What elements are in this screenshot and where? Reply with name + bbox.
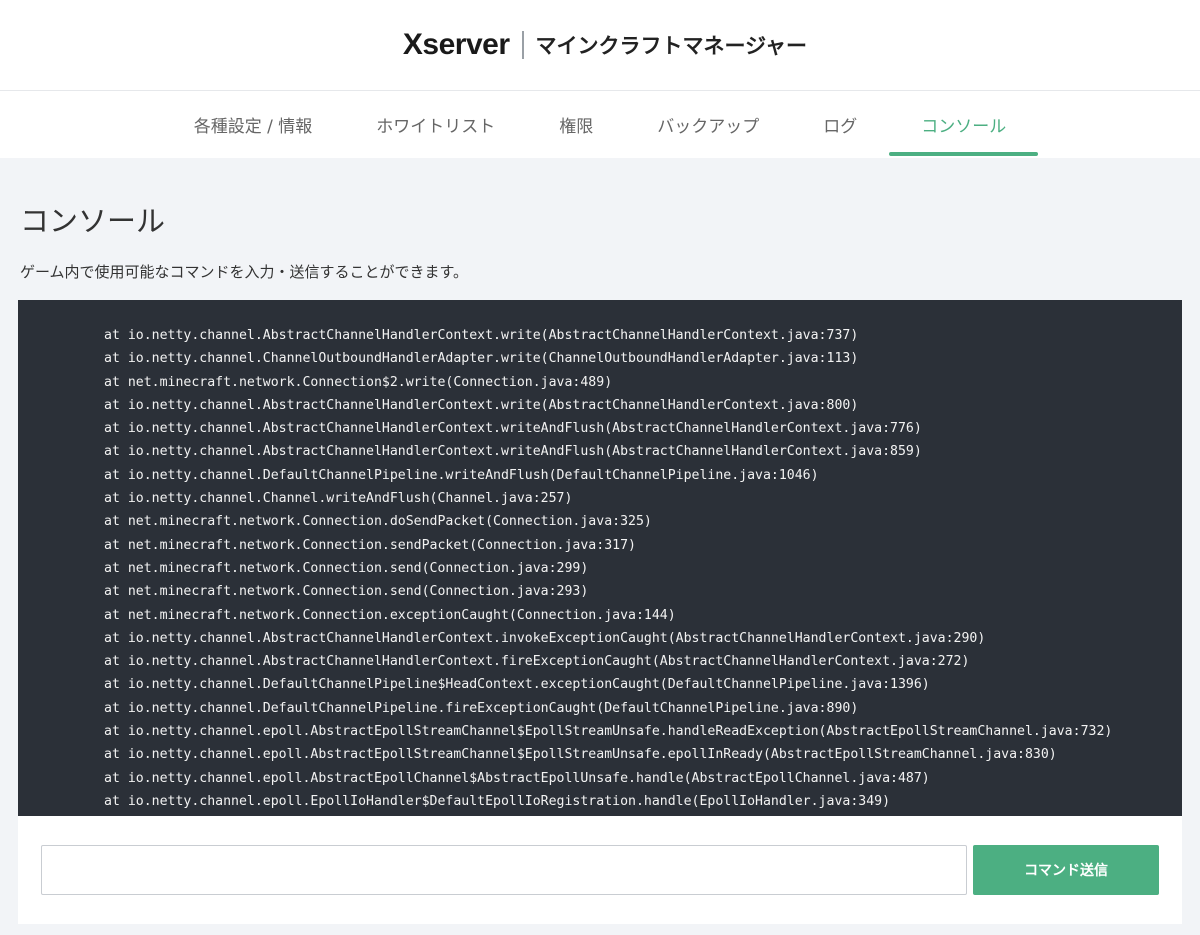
console-line: at io.netty.channel.DefaultChannelPipeli… bbox=[104, 700, 859, 716]
console-line: at io.netty.channel.epoll.AbstractEpollS… bbox=[104, 724, 1113, 740]
page-description: ゲーム内で使用可能なコマンドを入力・送信することができます。 bbox=[20, 263, 469, 281]
console-line: at io.netty.channel.Channel.writeAndFlus… bbox=[104, 491, 573, 507]
tab-permissions[interactable]: 権限 bbox=[527, 91, 625, 158]
main-content: コンソール ゲーム内で使用可能なコマンドを入力・送信することができます。 at … bbox=[0, 202, 1200, 924]
command-input[interactable] bbox=[41, 845, 968, 895]
tab-backup[interactable]: バックアップ bbox=[625, 91, 791, 158]
console-line: at io.netty.channel.AbstractChannelHandl… bbox=[104, 444, 922, 460]
brand-divider bbox=[521, 31, 524, 59]
product-name: マインクラフトマネージャー bbox=[535, 34, 808, 58]
tab-whitelist[interactable]: ホワイトリスト bbox=[344, 91, 527, 158]
console-line: at io.netty.channel.epoll.AbstractEpollS… bbox=[104, 747, 1057, 763]
console-line: at io.netty.channel.DefaultChannelPipeli… bbox=[104, 467, 819, 483]
tab-settings[interactable]: 各種設定 / 情報 bbox=[162, 91, 345, 158]
page-title: コンソール bbox=[20, 204, 166, 238]
console-line: at io.netty.channel.AbstractChannelHandl… bbox=[104, 654, 970, 670]
console-line: at net.minecraft.network.Connection.doSe… bbox=[104, 514, 652, 530]
console-line: at net.minecraft.network.Connection.send… bbox=[104, 537, 636, 553]
console-line: at net.minecraft.network.Connection.send… bbox=[104, 584, 589, 600]
console-line: at net.minecraft.network.Connection.exce… bbox=[104, 607, 676, 623]
main-tabs: 各種設定 / 情報 ホワイトリスト 権限 バックアップ ログ コンソール bbox=[0, 91, 1200, 158]
site-header: Xserver マインクラフトマネージャー bbox=[0, 0, 1200, 91]
console-line: at io.netty.channel.AbstractChannelHandl… bbox=[104, 397, 859, 413]
tab-console[interactable]: コンソール bbox=[889, 91, 1039, 158]
send-command-button[interactable]: コマンド送信 bbox=[973, 845, 1159, 895]
console-line: at net.minecraft.network.Connection.send… bbox=[104, 560, 589, 576]
tab-log[interactable]: ログ bbox=[791, 91, 889, 158]
console-line: at io.netty.channel.ChannelOutboundHandl… bbox=[104, 351, 859, 367]
console-line: at net.minecraft.network.Connection$2.wr… bbox=[104, 374, 613, 390]
console-line: at io.netty.channel.DefaultChannelPipeli… bbox=[104, 677, 930, 693]
console-line: at io.netty.channel.AbstractChannelHandl… bbox=[104, 630, 986, 646]
console-line: at io.netty.channel.epoll.AbstractEpollC… bbox=[104, 770, 930, 786]
xserver-logo: Xserver bbox=[402, 28, 510, 61]
console-line: at io.netty.channel.AbstractChannelHandl… bbox=[104, 421, 922, 437]
brand[interactable]: Xserver マインクラフトマネージャー bbox=[403, 28, 807, 62]
command-bar: コマンド送信 bbox=[18, 816, 1182, 924]
console-line: at io.netty.channel.AbstractChannelHandl… bbox=[104, 328, 859, 343]
console-output[interactable]: at io.netty.channel.AbstractChannelHandl… bbox=[18, 300, 1182, 816]
console-line: at io.netty.channel.epoll.EpollIoHandler… bbox=[104, 793, 891, 809]
